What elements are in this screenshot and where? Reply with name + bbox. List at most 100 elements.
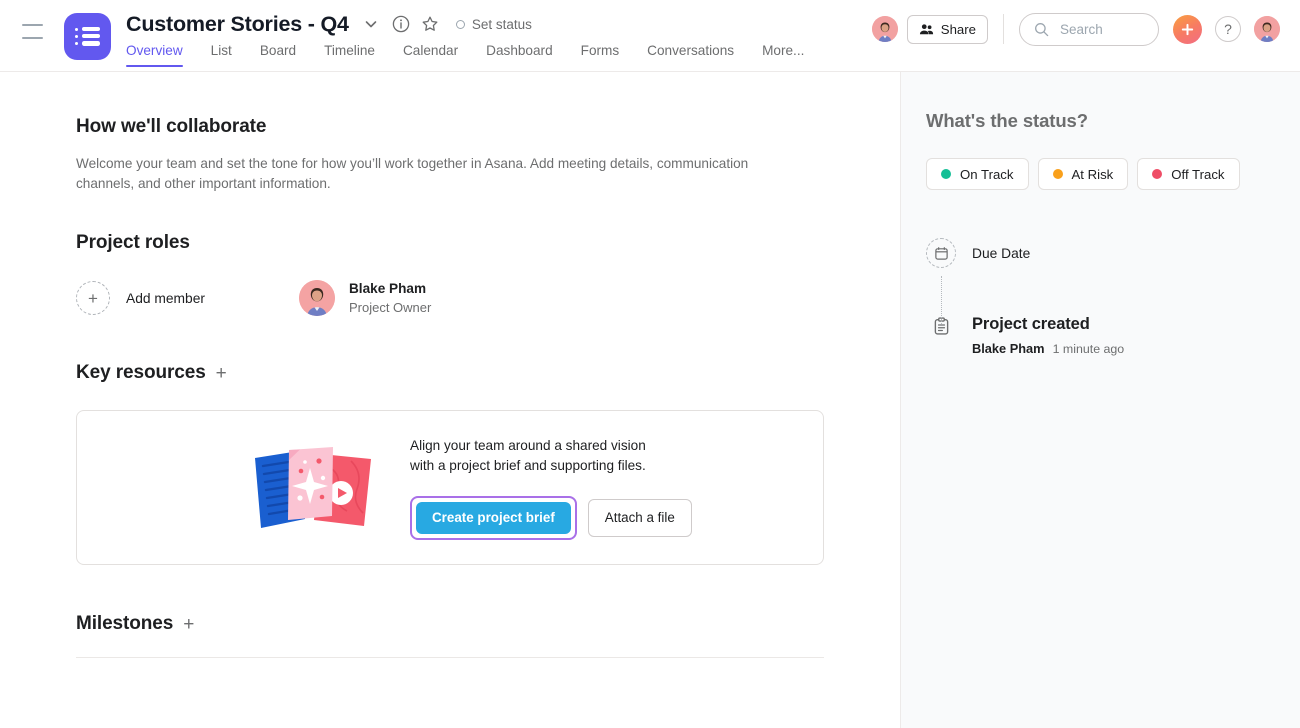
- status-option-off-track[interactable]: Off Track: [1137, 158, 1240, 190]
- user-avatar-svg: [1254, 16, 1280, 42]
- tab-forms[interactable]: Forms: [581, 43, 620, 67]
- member-role: Project Owner: [348, 300, 432, 315]
- avatar[interactable]: [871, 16, 898, 42]
- plus-icon: [1181, 23, 1194, 35]
- tab-calendar[interactable]: Calendar: [403, 43, 458, 67]
- star-svg: [422, 16, 438, 31]
- tab-dashboard[interactable]: Dashboard: [486, 43, 553, 67]
- user-avatar[interactable]: [1254, 16, 1280, 42]
- list-bar: [82, 41, 100, 46]
- collaborate-description: Welcome your team and set the tone for h…: [76, 156, 749, 191]
- page-title: Customer Stories - Q4: [126, 12, 349, 36]
- hamburger-line: [22, 37, 43, 39]
- top-bar: Customer Stories - Q4 Set status Overvie…: [0, 0, 1300, 72]
- tab-more[interactable]: More...: [762, 43, 804, 67]
- project-created-row: Project created Blake Pham 1 minute ago: [926, 315, 1300, 356]
- page-body: How we'll collaborate Welcome your team …: [0, 72, 1300, 728]
- status-dot-red: [1152, 169, 1163, 179]
- list-dot: [75, 28, 79, 32]
- key-resources-heading: Key resources: [76, 362, 206, 383]
- collaborate-section: How we'll collaborate Welcome your team …: [76, 116, 900, 194]
- create-button[interactable]: [1173, 14, 1202, 44]
- tab-timeline[interactable]: Timeline: [324, 43, 375, 67]
- chevron-down-icon[interactable]: [361, 14, 381, 34]
- list-bar: [82, 34, 100, 39]
- timeline-connector: [940, 276, 942, 324]
- set-status-label: Set status: [471, 16, 532, 32]
- list-dot: [75, 35, 79, 39]
- member-name: Blake Pham: [348, 281, 427, 296]
- search-icon: [1035, 22, 1049, 36]
- member-info: Blake Pham Project Owner: [349, 280, 431, 316]
- project-roles-heading: Project roles: [76, 232, 190, 253]
- project-member[interactable]: Blake Pham Project Owner: [298, 280, 431, 316]
- people-icon: [919, 23, 933, 34]
- avatar-svg: [871, 16, 898, 42]
- list-glyph: [75, 27, 100, 46]
- help-button[interactable]: ?: [1215, 16, 1241, 42]
- milestones-heading: Milestones: [76, 613, 174, 634]
- due-date-label: Due Date: [972, 245, 1031, 261]
- help-label: ?: [1224, 21, 1232, 37]
- create-project-brief-focus-ring: Create project brief: [410, 495, 577, 540]
- search-input[interactable]: Search: [1019, 12, 1159, 46]
- top-bar-right: Share Search ?: [871, 0, 1280, 72]
- search-placeholder: Search: [1060, 21, 1103, 37]
- key-resources-section: Key resources + Align your team around a…: [76, 362, 900, 565]
- tab-overview[interactable]: Overview: [126, 43, 183, 67]
- status-options: On Track At Risk Off Track: [926, 158, 1300, 190]
- status-panel: What's the status? On Track At Risk Off …: [900, 72, 1300, 728]
- milestones-divider: [76, 657, 824, 658]
- status-dot-orange: [1052, 169, 1063, 179]
- add-member-button[interactable]: + Add member: [76, 281, 205, 315]
- status-option-at-risk[interactable]: At Risk: [1037, 158, 1129, 190]
- calendar-icon: [926, 238, 956, 268]
- attach-file-button[interactable]: Attach a file: [587, 498, 692, 537]
- create-project-brief-button[interactable]: Create project brief: [416, 501, 571, 534]
- list-dot: [75, 42, 79, 46]
- member-avatar-svg: [298, 280, 335, 316]
- info-circle-icon[interactable]: [391, 14, 411, 34]
- member-avatar: [298, 280, 335, 316]
- project-timeline: Due Date Project created Blake Pham 1 mi…: [926, 238, 1300, 356]
- status-label: On Track: [960, 166, 1014, 182]
- hamburger-icon[interactable]: [22, 24, 43, 39]
- project-created-author: Blake Pham: [972, 341, 1045, 356]
- status-panel-title: What's the status?: [926, 110, 1088, 131]
- promo-line-1: Align your team around a shared vision: [410, 437, 646, 453]
- project-title-row: Customer Stories - Q4 Set status: [126, 9, 532, 39]
- add-milestone-icon[interactable]: +: [183, 615, 194, 634]
- project-tabs: Overview List Board Timeline Calendar Da…: [126, 43, 804, 67]
- list-bar: [82, 27, 100, 32]
- info-svg: [392, 15, 410, 33]
- project-created-info: Project created Blake Pham 1 minute ago: [972, 315, 1124, 356]
- tab-list[interactable]: List: [211, 43, 232, 67]
- status-option-on-track[interactable]: On Track: [926, 158, 1029, 190]
- status-dot-green: [941, 169, 951, 179]
- project-created-time: 1 minute ago: [1052, 342, 1125, 356]
- key-resources-card: Align your team around a shared vision w…: [76, 410, 824, 565]
- share-button[interactable]: Share: [906, 14, 988, 44]
- star-outline-icon[interactable]: [420, 14, 440, 34]
- status-ring-icon: [455, 19, 465, 29]
- main-content: How we'll collaborate Welcome your team …: [0, 72, 900, 728]
- status-label: Off Track: [1171, 166, 1225, 182]
- documents-illustration: [247, 435, 382, 540]
- tab-conversations[interactable]: Conversations: [647, 43, 734, 67]
- set-status-button[interactable]: Set status: [455, 16, 532, 32]
- promo-line-2: with a project brief and supporting file…: [410, 457, 646, 473]
- hamburger-line: [22, 24, 43, 26]
- status-label: At Risk: [1071, 166, 1114, 182]
- calendar-svg: [934, 246, 948, 260]
- chevron-down-svg: [365, 21, 377, 28]
- milestones-section: Milestones +: [76, 613, 900, 658]
- add-key-resource-icon[interactable]: +: [216, 364, 227, 383]
- due-date-row[interactable]: Due Date: [926, 238, 1300, 268]
- collaborate-heading: How we'll collaborate: [76, 116, 267, 137]
- tab-board[interactable]: Board: [260, 43, 296, 67]
- toolbar-divider: [1003, 14, 1004, 44]
- project-roles-section: Project roles + Add member Blake Pham Pr…: [76, 232, 900, 316]
- project-created-label: Project created: [972, 315, 1090, 333]
- project-list-icon[interactable]: [64, 13, 111, 60]
- plus-icon: +: [76, 281, 110, 315]
